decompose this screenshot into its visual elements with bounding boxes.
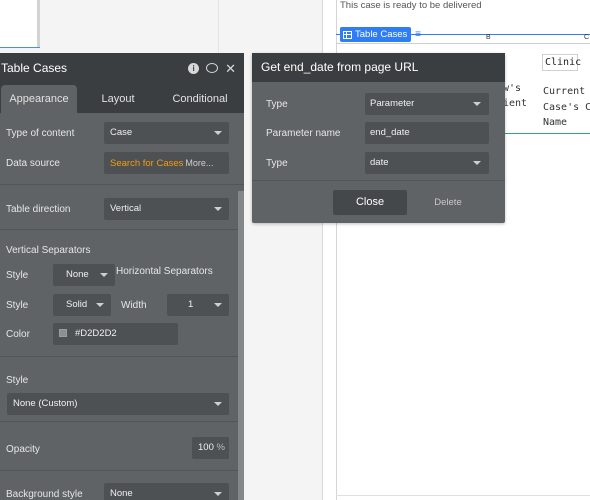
vs-style-select[interactable]: None (53, 264, 115, 286)
popup-type-select[interactable]: Parameter (365, 93, 489, 115)
popup-type2-label: Type (266, 158, 288, 169)
opacity-unit: % (216, 442, 225, 453)
partial-cell-text: w's ient (503, 83, 528, 109)
panel-tabs: Appearance Layout Conditional (0, 83, 244, 113)
color-picker-field[interactable]: #D2D2D2 (53, 323, 178, 345)
width-label: Width (121, 300, 147, 311)
current-case-cell[interactable]: Current Case's C Name (543, 84, 590, 131)
column-c-label: C (584, 34, 590, 41)
style-label: Style (6, 375, 29, 386)
width-select[interactable]: 1 (167, 294, 229, 316)
color-swatch[interactable] (59, 329, 67, 337)
opacity-label: Opacity (6, 444, 40, 455)
info-icon[interactable]: i (188, 62, 200, 74)
hs-style-value: Solid (66, 299, 88, 310)
vs-style-value: None (66, 269, 89, 280)
divider (0, 229, 244, 230)
chevron-down-icon (214, 131, 222, 135)
data-source-more[interactable]: More... (185, 158, 213, 168)
chevron-down-icon (214, 402, 222, 406)
data-source-field[interactable]: Search for Cases More... (104, 152, 229, 174)
color-label: Color (6, 329, 30, 340)
chevron-down-icon (473, 161, 481, 165)
background-style-select[interactable]: None (104, 483, 229, 500)
table-direction-value: Vertical (110, 203, 142, 214)
table-icon (343, 30, 352, 39)
chevron-down-icon (214, 207, 222, 211)
row-highlight-line (504, 133, 590, 134)
chevron-down-icon (214, 492, 222, 496)
data-source-value: Search for Cases (110, 158, 184, 169)
opacity-value: 100 (198, 442, 214, 453)
column-b-label: B (486, 34, 491, 41)
close-icon[interactable]: ✕ (225, 62, 236, 75)
popup-type2-value: date (370, 157, 389, 168)
data-source-label: Data source (6, 158, 60, 169)
type-of-content-select[interactable]: Case (104, 122, 229, 144)
delivered-text: This case is ready to be delivered (340, 0, 482, 11)
popup-divider (252, 180, 505, 181)
divider (0, 184, 244, 185)
dynamic-expression-popup: Get end_date from page URL Type Paramete… (252, 53, 505, 223)
parameter-name-label: Parameter name (266, 128, 341, 139)
tab-appearance[interactable]: Appearance (1, 85, 77, 113)
canvas-left-strip (0, 0, 40, 48)
style-value: None (Custom) (13, 398, 78, 409)
divider (0, 421, 244, 422)
background-style-label: Background style (6, 489, 83, 500)
width-value: 1 (188, 299, 194, 310)
background-style-value: None (110, 488, 133, 499)
table-tag-label: Table Cases (355, 29, 408, 40)
panel-title: Table Cases (1, 61, 68, 75)
parameter-name-input[interactable]: end_date (365, 122, 489, 144)
hs-style-select[interactable]: Solid (53, 294, 111, 316)
panel-scrollbar[interactable] (238, 191, 244, 500)
parameter-name-value: end_date (370, 127, 410, 138)
comment-icon[interactable] (206, 63, 219, 73)
clinic-cell[interactable]: Clinic (542, 54, 581, 71)
divider (0, 470, 244, 471)
style-select[interactable]: None (Custom) (7, 393, 229, 415)
popup-title: Get end_date from page URL (252, 53, 505, 82)
database-icon[interactable]: ≡ (412, 28, 424, 41)
canvas-bottom-rule (336, 495, 590, 496)
property-editor-panel: Table Cases i ✕ Appearance Layout Condit… (0, 53, 244, 500)
tab-layout[interactable]: Layout (77, 85, 159, 113)
popup-type-value: Parameter (370, 98, 415, 109)
chevron-down-icon (214, 303, 222, 307)
close-button[interactable]: Close (333, 190, 407, 215)
divider (0, 356, 244, 357)
hs-style-label: Style (6, 300, 29, 311)
popup-type-label: Type (266, 99, 288, 110)
vs-style-label: Style (6, 270, 29, 281)
table-direction-select[interactable]: Vertical (104, 198, 229, 220)
tab-conditional[interactable]: Conditional (159, 85, 241, 113)
canvas-left-line (0, 47, 40, 48)
table-cases-tag[interactable]: Table Cases (340, 27, 412, 42)
chevron-down-icon (473, 102, 481, 106)
vertical-separators-label: Vertical Separators (6, 245, 91, 256)
type-of-content-value: Case (110, 127, 133, 138)
horizontal-separators-label: Horizontal Separators (116, 266, 213, 277)
type-of-content-label: Type of content (6, 128, 75, 139)
color-value: #D2D2D2 (75, 328, 117, 339)
delete-button[interactable]: Delete (418, 190, 478, 215)
opacity-input[interactable]: 100 % (192, 437, 229, 459)
popup-type2-select[interactable]: date (365, 152, 489, 174)
panel-header: Table Cases i ✕ (0, 53, 244, 83)
chevron-down-icon (100, 273, 108, 277)
chevron-down-icon (96, 303, 104, 307)
table-direction-label: Table direction (6, 204, 71, 215)
